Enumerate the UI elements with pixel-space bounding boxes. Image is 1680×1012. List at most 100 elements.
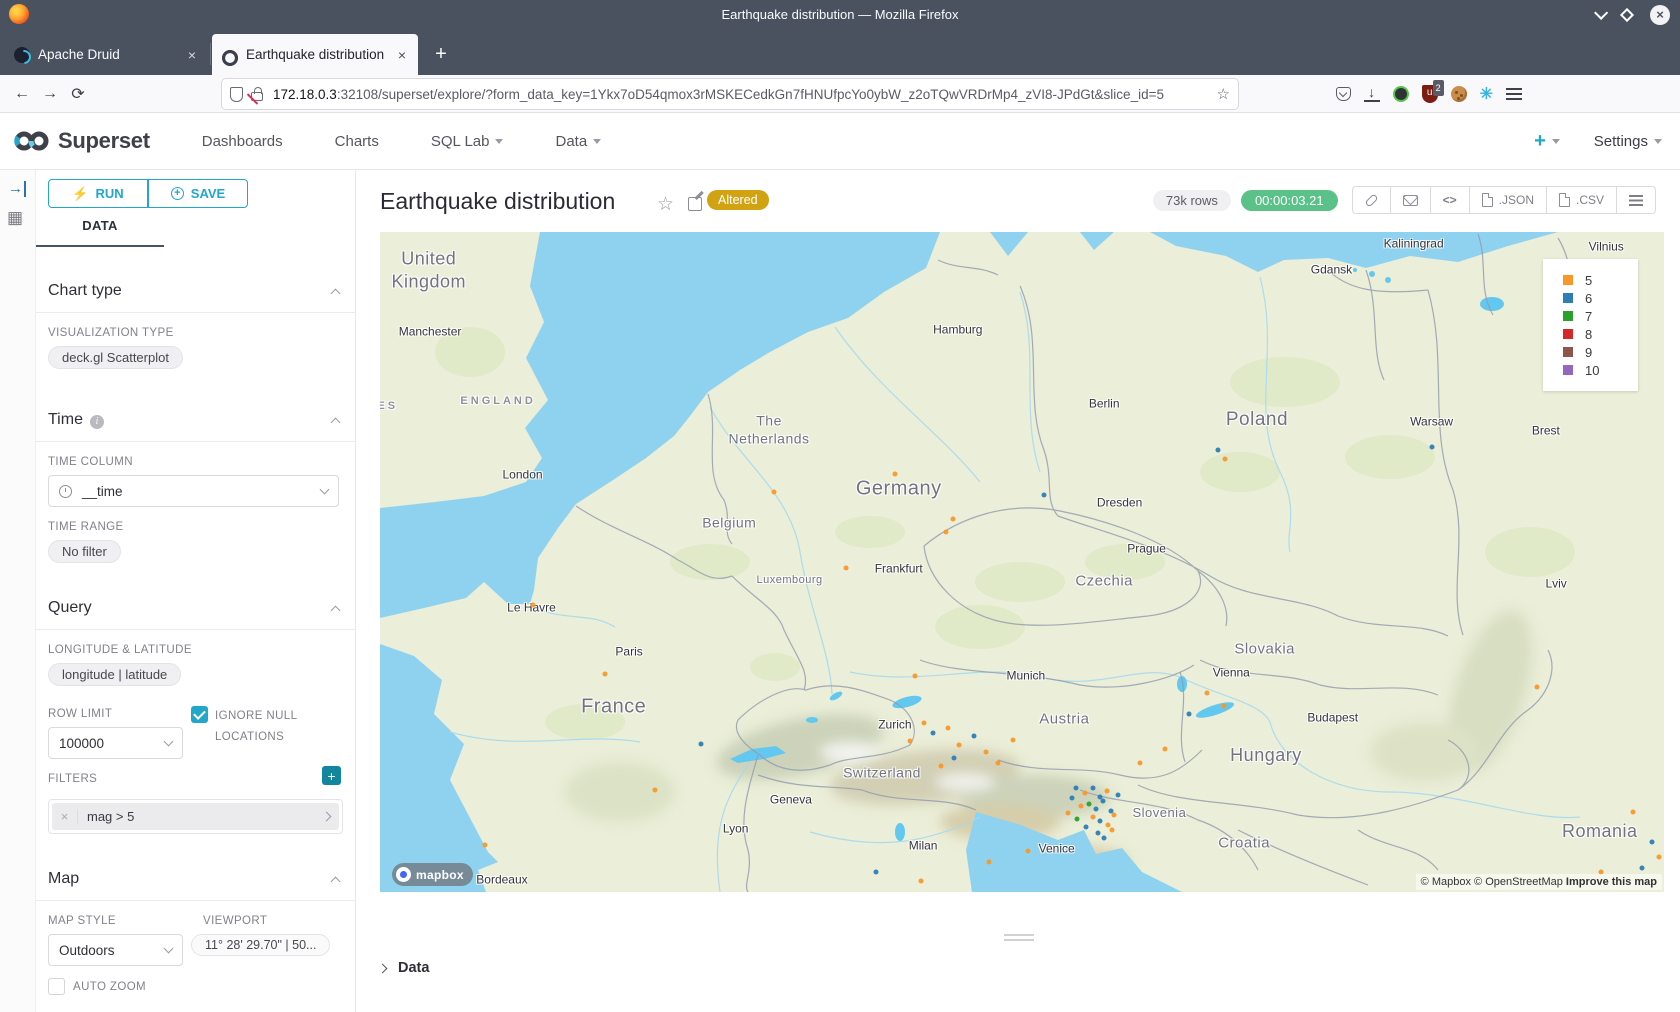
legend-item-5[interactable]: 5 <box>1563 271 1628 289</box>
section-map[interactable]: Map <box>36 870 355 900</box>
row-count-badge: 73k rows <box>1153 190 1231 211</box>
pocket-icon[interactable] <box>1336 87 1351 101</box>
cookie-extension-icon[interactable] <box>1451 86 1467 102</box>
insecure-lock-icon[interactable] <box>251 92 263 101</box>
legend-item-10[interactable]: 10 <box>1563 361 1628 379</box>
nav-charts[interactable]: Charts <box>335 133 379 150</box>
earthquake-point <box>957 742 962 747</box>
window-minimize-icon[interactable] <box>1594 5 1608 19</box>
csv-label: .CSV <box>1576 193 1604 207</box>
ignore-null-label2: LOCATIONS <box>215 727 297 748</box>
legend-item-8[interactable]: 8 <box>1563 325 1628 343</box>
bookmark-star-icon[interactable]: ☆ <box>1211 85 1230 103</box>
earthquake-point <box>1075 817 1080 822</box>
data-section-toggle[interactable]: Data <box>379 960 429 976</box>
extension-green-icon[interactable] <box>1393 86 1409 102</box>
earthquake-point <box>1656 855 1661 860</box>
new-item-button[interactable]: + <box>1534 130 1560 153</box>
firefox-menu-icon[interactable] <box>1506 88 1522 90</box>
brand-name[interactable]: Superset <box>58 128 150 154</box>
legend-item-7[interactable]: 7 <box>1563 307 1628 325</box>
reload-button[interactable]: ⟳ <box>64 80 92 108</box>
time-range-value[interactable]: No filter <box>48 540 121 563</box>
forward-button[interactable]: → <box>36 80 64 108</box>
tab-data[interactable]: DATA <box>36 218 164 247</box>
earthquake-point <box>913 673 918 678</box>
viewport-value[interactable]: 11° 28' 29.70" | 50... <box>191 934 330 956</box>
legend-item-6[interactable]: 6 <box>1563 289 1628 307</box>
mapbox-logo[interactable]: mapbox <box>392 863 473 886</box>
panel-drag-handle[interactable] <box>1004 934 1034 936</box>
section-chart-type[interactable]: Chart type <box>36 282 355 312</box>
chart-menu-button[interactable] <box>1617 187 1655 213</box>
email-button[interactable] <box>1391 187 1431 213</box>
map-style-select[interactable]: Outdoors <box>48 934 183 966</box>
url-bar[interactable]: 172.18.0.3:32108/superset/explore/?form_… <box>222 79 1238 109</box>
remove-filter-icon[interactable]: × <box>52 809 78 824</box>
tracking-protection-shield-icon[interactable] <box>230 87 243 102</box>
tab-close-icon[interactable]: × <box>186 47 198 63</box>
auto-zoom-checkbox[interactable] <box>48 978 65 995</box>
save-button[interactable]: +SAVE <box>148 179 248 208</box>
map-style-label: MAP STYLE <box>48 915 191 927</box>
earthquake-point <box>972 734 977 739</box>
file-icon <box>1559 193 1570 207</box>
filter-item[interactable]: × mag > 5 <box>52 803 339 830</box>
run-button[interactable]: ⚡RUN <box>48 179 148 208</box>
tab-earthquake-distribution[interactable]: Earthquake distribution × <box>212 34 418 75</box>
expand-panel-icon[interactable]: → <box>8 181 26 197</box>
edit-properties-icon[interactable] <box>688 197 702 211</box>
viz-type-value[interactable]: deck.gl Scatterplot <box>48 346 183 369</box>
earthquake-point <box>1041 493 1046 498</box>
section-title: Chart type <box>48 282 122 300</box>
export-csv-button[interactable]: .CSV <box>1547 187 1617 213</box>
nav-sql-lab[interactable]: SQL Lab <box>431 133 504 150</box>
nav-data[interactable]: Data <box>555 133 601 150</box>
earthquake-point <box>1095 830 1100 835</box>
window-title: Earthquake distribution — Mozilla Firefo… <box>0 7 1680 22</box>
dataset-grid-icon[interactable]: ▦ <box>7 210 23 226</box>
data-section-label: Data <box>398 960 429 976</box>
magnitude-legend: 5678910 <box>1543 259 1638 391</box>
info-icon: i <box>90 415 104 429</box>
embed-code-button[interactable]: <> <box>1431 187 1470 213</box>
auto-zoom-label: AUTO ZOOM <box>73 981 146 993</box>
earthquake-point <box>699 741 704 746</box>
copy-link-button[interactable] <box>1353 187 1391 213</box>
tab-apache-druid[interactable]: Apache Druid × <box>4 34 208 75</box>
window-close-icon[interactable]: × <box>1650 5 1670 25</box>
improve-map-link[interactable]: Improve this map <box>1566 876 1657 888</box>
chevron-up-icon <box>331 417 341 427</box>
export-json-button[interactable]: .JSON <box>1470 187 1547 213</box>
favorite-star-icon[interactable]: ☆ <box>657 193 674 216</box>
settings-menu[interactable]: Settings <box>1594 133 1662 150</box>
time-column-select[interactable]: __time <box>48 475 339 507</box>
row-limit-select[interactable]: 100000 <box>48 727 183 759</box>
earthquake-point <box>1098 819 1103 824</box>
downloads-icon[interactable]: ↓ <box>1364 86 1380 102</box>
url-text[interactable]: 172.18.0.3:32108/superset/explore/?form_… <box>273 87 1211 102</box>
ignore-null-checkbox[interactable] <box>191 706 208 723</box>
earthquake-point <box>1429 445 1434 450</box>
chevron-down-icon <box>1654 139 1662 144</box>
section-query[interactable]: Query <box>36 599 355 629</box>
mapbox-attribution-link[interactable]: © Mapbox <box>1421 876 1471 888</box>
ublock-shield-icon[interactable]: u2 <box>1422 85 1438 103</box>
lonlat-value[interactable]: longitude | latitude <box>48 663 181 686</box>
chart-header: Earthquake distribution ☆ Altered 73k ro… <box>357 170 1680 232</box>
legend-swatch <box>1563 329 1573 339</box>
add-filter-button[interactable]: + <box>322 766 341 785</box>
nav-dashboards[interactable]: Dashboards <box>202 133 283 150</box>
osm-attribution-link[interactable]: © OpenStreetMap <box>1474 876 1563 888</box>
tab-close-icon[interactable]: × <box>396 47 408 63</box>
legend-item-9[interactable]: 9 <box>1563 343 1628 361</box>
back-button[interactable]: ← <box>8 80 36 108</box>
deckgl-scatterplot-map[interactable]: United KingdomGermanyFrancePolandHungary… <box>380 232 1664 892</box>
section-time[interactable]: Timei <box>36 411 355 441</box>
new-tab-button[interactable]: + <box>426 39 456 69</box>
window-maximize-icon[interactable] <box>1620 7 1634 21</box>
pinwheel-extension-icon[interactable]: ✳ <box>1480 84 1493 104</box>
earthquake-point <box>1070 796 1075 801</box>
ignore-null-label: IGNORE NULL <box>215 706 297 727</box>
earthquake-point <box>931 730 936 735</box>
